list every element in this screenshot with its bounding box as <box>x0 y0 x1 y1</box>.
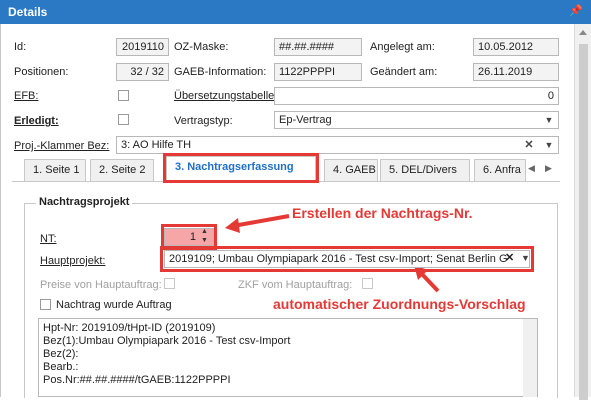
memo-line: Bearb.: <box>43 361 79 373</box>
nt-arrow-head <box>225 218 240 233</box>
hauptprojekt-label: Hauptprojekt: <box>40 255 106 267</box>
nachtrag-auftrag-checkbox[interactable] <box>40 299 51 310</box>
nachtrag-info-memo[interactable]: Hpt-Nr: 2019109/tHpt-ID (2019109) Bez(1)… <box>38 318 538 397</box>
hauptprojekt-annotation: automatischer Zuordnungs-Vorschlag <box>273 296 526 312</box>
hauptprojekt-highlight <box>160 246 534 272</box>
nachtrag-auftrag-label: Nachtrag wurde Auftrag <box>56 299 172 311</box>
memo-line: Bez(1):Umbau Olympiapark 2016 - Test csv… <box>43 335 291 347</box>
memo-line: Hpt-Nr: 2019109/tHpt-ID (2019109) <box>43 322 216 334</box>
zkf-label: ZKF vom Hauptauftrag: <box>238 279 353 291</box>
memo-line: Pos.Nr:##.##.####/tGAEB:1122PPPPI <box>43 374 231 386</box>
zkf-checkbox[interactable] <box>362 278 373 289</box>
preise-label: Preise von Hauptauftrag: <box>40 279 162 291</box>
memo-line: Bez(2): <box>43 348 79 360</box>
preise-checkbox[interactable] <box>164 278 175 289</box>
memo-scrollbar[interactable] <box>523 319 537 397</box>
nt-arrow-line <box>232 214 290 228</box>
